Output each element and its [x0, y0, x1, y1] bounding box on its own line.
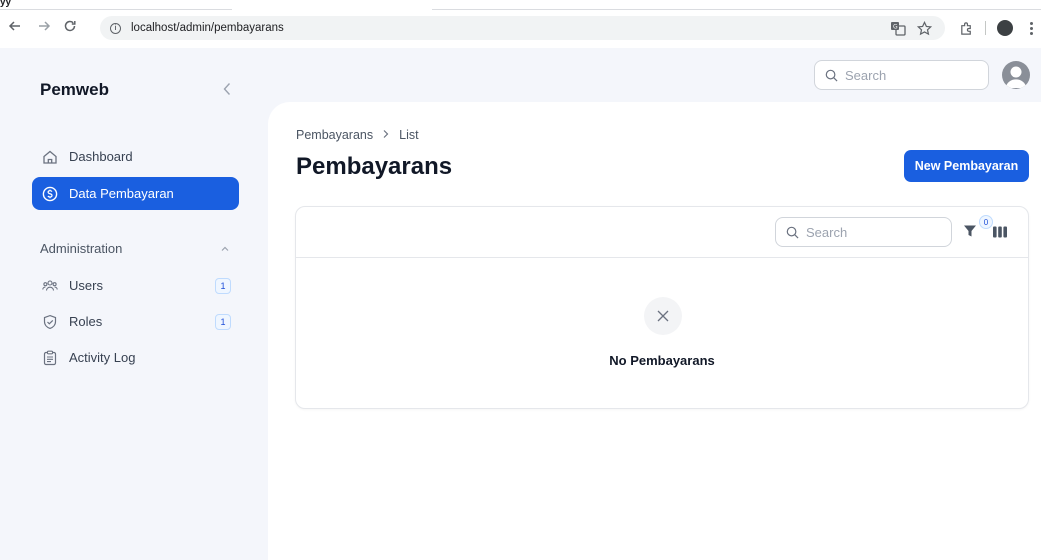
svg-text:G: G [893, 24, 898, 31]
table-search-input[interactable]: Search [775, 217, 952, 247]
profile-avatar[interactable] [997, 20, 1013, 36]
browser-chrome: yy i localhost/admin/pembayarans G [0, 0, 1041, 48]
search-icon [786, 226, 799, 238]
sidebar-collapse-button[interactable] [219, 79, 235, 99]
toolbar-divider [985, 21, 986, 35]
clipboard-icon [42, 350, 58, 366]
browser-menu-button[interactable] [1026, 18, 1036, 38]
dollar-circle-icon [42, 186, 58, 202]
reload-button[interactable] [61, 17, 79, 35]
back-button[interactable] [6, 17, 24, 35]
site-info-icon[interactable]: i [110, 22, 121, 34]
arrow-right-icon [39, 21, 51, 31]
shield-check-icon [42, 314, 58, 330]
star-icon [916, 20, 932, 35]
extensions-button[interactable] [958, 20, 974, 36]
page-title: Pembayarans [296, 153, 453, 180]
filter-icon[interactable] [963, 224, 977, 238]
breadcrumb-item-list: List [399, 128, 419, 142]
home-icon [42, 149, 58, 165]
menu-dot [1029, 21, 1033, 25]
sidebar-group-administration[interactable]: Administration [40, 241, 230, 256]
reload-icon [64, 20, 76, 32]
sidebar-item-label: Activity Log [69, 350, 136, 365]
puzzle-icon [960, 21, 971, 35]
table-card: Search 0 No Pembayarans [295, 206, 1029, 409]
breadcrumb-item-pembayarans[interactable]: Pembayarans [296, 128, 373, 142]
search-placeholder: Search [845, 67, 887, 83]
tab-title-fragment: yy [0, 0, 12, 8]
close-icon [657, 310, 669, 322]
count-badge: 1 [215, 278, 231, 294]
search-placeholder: Search [806, 224, 848, 240]
sidebar-item-label: Roles [69, 314, 103, 329]
menu-dot [1029, 26, 1033, 30]
table-toolbar: Search 0 [296, 207, 1028, 258]
sidebar-item-activity-log[interactable]: Activity Log [32, 341, 239, 374]
active-tab[interactable] [232, 0, 432, 11]
count-badge: 1 [215, 314, 231, 330]
sidebar-item-label: Users [69, 278, 103, 293]
new-pembayaran-button[interactable]: New Pembayaran [904, 150, 1029, 182]
bookmark-button[interactable] [916, 20, 932, 36]
breadcrumb: Pembayarans List [296, 128, 419, 142]
tab-strip [0, 0, 1041, 10]
translate-icon: G [891, 22, 906, 36]
sidebar-item-users[interactable]: Users 1 [32, 269, 239, 302]
global-search-input[interactable]: Search [814, 60, 989, 90]
sidebar-item-label: Data Pembayaran [69, 186, 174, 201]
address-bar[interactable]: i localhost/admin/pembayarans [100, 16, 945, 40]
sidebar-group-label: Administration [40, 241, 123, 256]
brand-name[interactable]: Pemweb [40, 80, 109, 100]
empty-state-text: No Pembayarans [609, 353, 715, 368]
translate-button[interactable]: G [890, 20, 906, 36]
arrow-left-icon [8, 21, 20, 31]
forward-button[interactable] [35, 17, 53, 35]
menu-dot [1029, 31, 1033, 35]
sidebar-item-roles[interactable]: Roles 1 [32, 305, 239, 338]
sidebar-item-label: Dashboard [69, 149, 133, 164]
address-url: localhost/admin/pembayarans [131, 22, 284, 34]
sidebar-item-data-pembayaran[interactable]: Data Pembayaran [32, 177, 239, 210]
empty-state-icon [644, 297, 682, 335]
chevron-right-icon [382, 128, 390, 142]
chevron-up-icon [221, 246, 229, 251]
user-avatar[interactable] [1002, 61, 1030, 89]
users-icon [42, 278, 58, 294]
sidebar-item-dashboard[interactable]: Dashboard [32, 140, 239, 173]
filter-count-badge: 0 [979, 215, 993, 229]
chevron-left-icon [223, 83, 231, 95]
user-silhouette-icon [1005, 66, 1027, 88]
columns-icon[interactable] [992, 225, 1008, 239]
sidebar [0, 48, 268, 560]
search-icon [825, 69, 838, 81]
